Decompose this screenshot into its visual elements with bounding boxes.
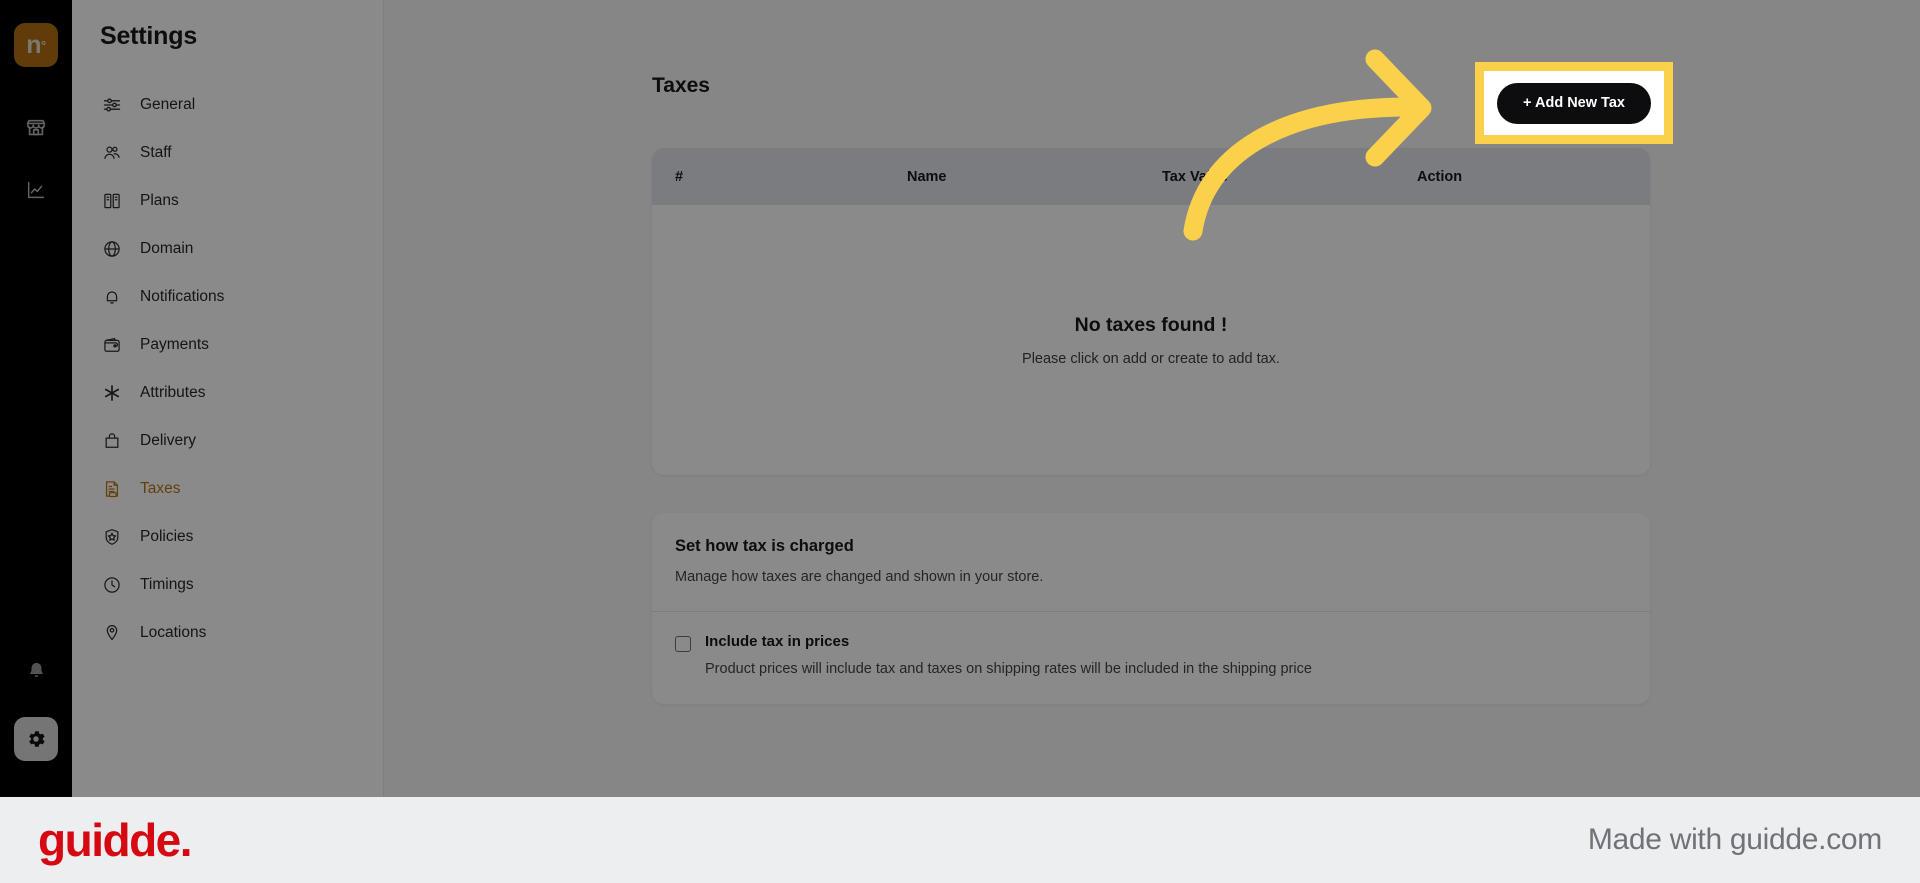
sidebar-item-general[interactable]: General — [72, 81, 383, 129]
tax-charge-title: Set how tax is charged — [675, 537, 854, 555]
brand-logo-text: n — [26, 30, 42, 59]
bell-icon — [101, 286, 123, 308]
sidebar-item-label: Plans — [140, 192, 179, 209]
sidebar-item-staff[interactable]: Staff — [72, 129, 383, 177]
table-header-row: # Name Tax Value Action — [652, 148, 1650, 205]
page-heading: Settings — [100, 22, 198, 50]
sidebar-item-taxes[interactable]: Taxes — [72, 465, 383, 513]
sliders-icon — [101, 94, 123, 116]
sidebar-item-notifications[interactable]: Notifications — [72, 273, 383, 321]
guidde-footer: guidde. Made with guidde.com — [0, 797, 1920, 883]
sidebar-item-label: Payments — [140, 336, 209, 353]
bag-icon — [101, 430, 123, 452]
location-pin-icon — [101, 622, 123, 644]
empty-state: No taxes found ! Please click on add or … — [652, 205, 1650, 475]
brand-logo-degree: ° — [41, 37, 46, 53]
app-screen: n ° Settings General Staff Plans Domain … — [0, 0, 1920, 797]
bell-icon[interactable] — [14, 649, 58, 693]
sidebar-item-label: Policies — [140, 528, 194, 545]
sidebar-item-label: General — [140, 96, 196, 113]
include-tax-checkbox[interactable] — [675, 636, 691, 652]
icon-rail-bottom — [0, 649, 72, 797]
brand-logo[interactable]: n ° — [14, 23, 58, 67]
people-icon — [101, 142, 123, 164]
analytics-chart-icon[interactable] — [14, 168, 58, 212]
tax-charge-body: Include tax in prices Product prices wil… — [652, 612, 1650, 704]
wallet-icon — [101, 334, 123, 356]
sidebar-item-label: Domain — [140, 240, 194, 257]
sidebar-item-locations[interactable]: Locations — [72, 609, 383, 657]
sidebar-item-label: Taxes — [140, 480, 181, 497]
sidebar-item-label: Notifications — [140, 288, 225, 305]
tax-charge-card: Set how tax is charged Manage how taxes … — [652, 513, 1650, 704]
taxes-table-card: # Name Tax Value Action No taxes found !… — [652, 148, 1650, 475]
tax-document-icon — [101, 478, 123, 500]
asterisk-icon — [101, 382, 123, 404]
icon-rail: n ° — [0, 0, 72, 797]
include-tax-description: Product prices will include tax and taxe… — [705, 661, 1312, 677]
tax-charge-subtitle: Manage how taxes are changed and shown i… — [675, 569, 1044, 585]
sidebar-item-payments[interactable]: Payments — [72, 321, 383, 369]
sidebar-item-label: Staff — [140, 144, 172, 161]
sidebar-item-label: Locations — [140, 624, 207, 641]
tax-charge-header: Set how tax is charged Manage how taxes … — [652, 513, 1650, 612]
sidebar-item-delivery[interactable]: Delivery — [72, 417, 383, 465]
guidde-logo: guidde. — [38, 814, 193, 866]
page-header: Taxes + Add New Tax — [652, 60, 1650, 112]
gear-icon[interactable] — [14, 717, 58, 761]
globe-icon — [101, 238, 123, 260]
sidebar-item-label: Delivery — [140, 432, 196, 449]
sidebar-item-plans[interactable]: Plans — [72, 177, 383, 225]
made-with-guidde-text: Made with guidde.com — [1587, 823, 1882, 856]
add-new-tax-button[interactable]: + Add New Tax — [1488, 64, 1650, 108]
include-tax-label: Include tax in prices — [705, 633, 850, 650]
include-tax-row[interactable]: Include tax in prices Product prices wil… — [675, 633, 1627, 678]
sidebar-item-attributes[interactable]: Attributes — [72, 369, 383, 417]
sidebar-item-policies[interactable]: Policies — [72, 513, 383, 561]
column-header-tax-value: Tax Value — [1162, 168, 1228, 185]
sidebar-item-label: Attributes — [140, 384, 206, 401]
column-header-action: Action — [1417, 168, 1463, 185]
storefront-icon[interactable] — [14, 106, 58, 150]
sidebar-item-domain[interactable]: Domain — [72, 225, 383, 273]
empty-state-title: No taxes found ! — [1074, 313, 1228, 336]
column-header-name: Name — [907, 168, 947, 185]
plans-book-icon — [101, 190, 123, 212]
screenshot-root: n ° Settings General Staff Plans Domain … — [0, 0, 1920, 883]
sidebar-item-timings[interactable]: Timings — [72, 561, 383, 609]
clock-icon — [101, 574, 123, 596]
page-title: Taxes — [652, 74, 710, 97]
sidebar-item-label: Timings — [140, 576, 194, 593]
settings-sidebar: Settings General Staff Plans Domain Noti… — [72, 0, 384, 797]
shield-star-icon — [101, 526, 123, 548]
main-content: Taxes + Add New Tax # Name Tax Value Act… — [384, 0, 1920, 797]
column-header-index: # — [675, 168, 684, 185]
empty-state-subtitle: Please click on add or create to add tax… — [1022, 350, 1280, 367]
